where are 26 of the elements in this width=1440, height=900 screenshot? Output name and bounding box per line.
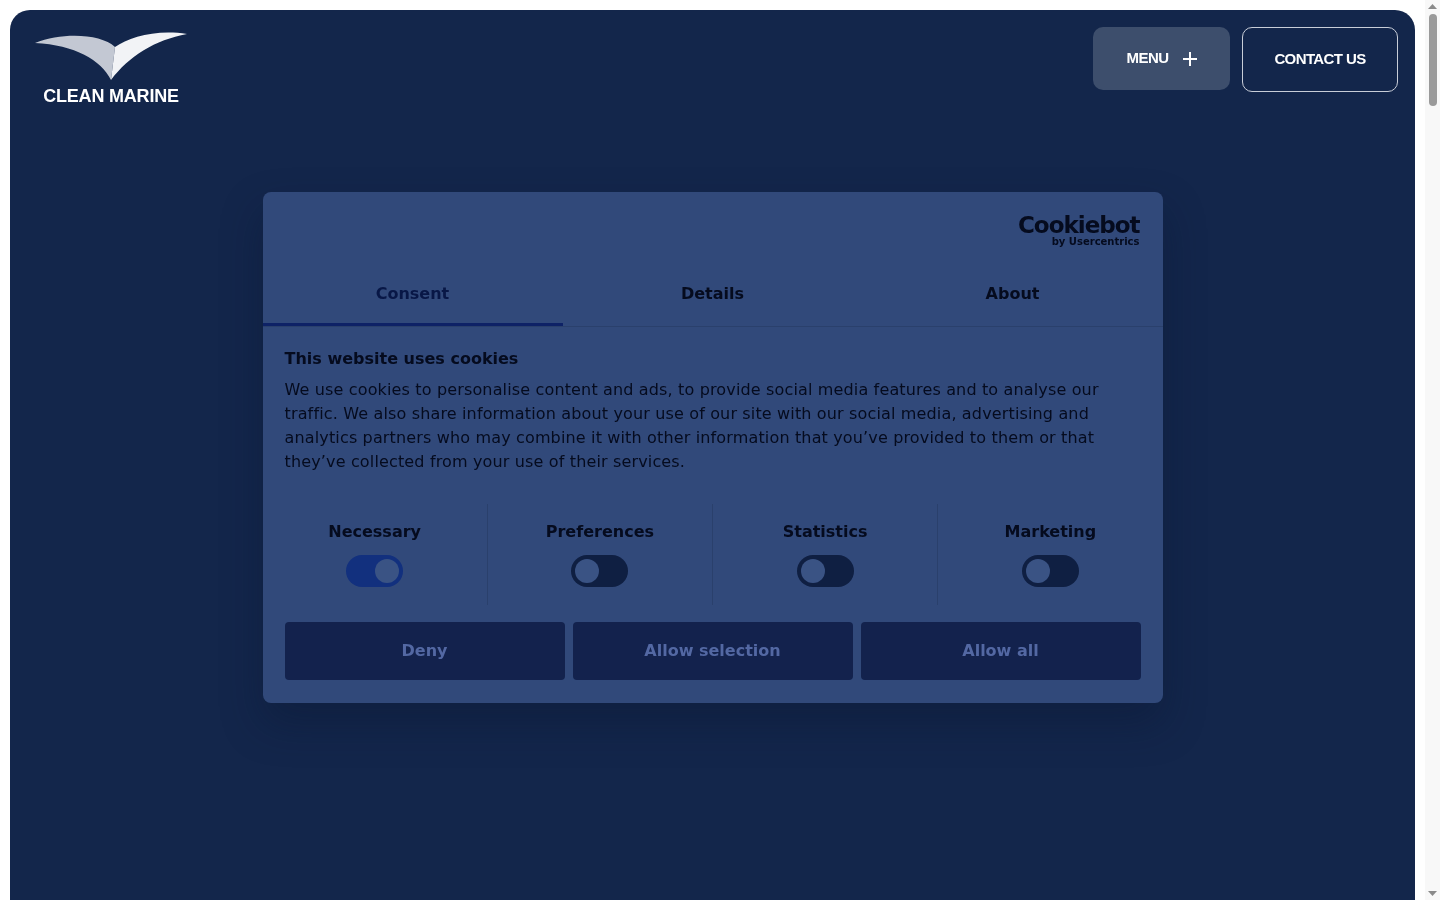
category-label: Preferences — [545, 522, 654, 542]
consent-button[interactable]: Allow selection — [572, 622, 853, 680]
category-label: Marketing — [1004, 522, 1097, 542]
toggle-switch[interactable] — [346, 555, 404, 587]
consent-button[interactable]: Allow all — [860, 622, 1141, 680]
dialog-tab[interactable]: Details — [562, 264, 863, 326]
triangle-up-icon[interactable] — [1428, 4, 1437, 9]
logo-text: CLEAN MARINE — [43, 86, 179, 106]
toggle-switch[interactable] — [571, 555, 629, 587]
brand-name: Cookiebot — [1017, 214, 1140, 236]
toggle-switch[interactable] — [796, 555, 854, 587]
toggle-switch[interactable] — [1021, 555, 1079, 587]
dialog-tab[interactable]: About — [862, 264, 1163, 326]
contact-us-button[interactable]: CONTACT US — [1242, 27, 1398, 92]
brand-byline: by Usercentrics — [1051, 236, 1140, 247]
menu-button[interactable]: MENU — [1093, 27, 1230, 90]
bird-logo-icon — [35, 30, 187, 80]
triangle-down-icon[interactable] — [1428, 891, 1437, 896]
scrollbar[interactable] — [1425, 0, 1440, 900]
category-label: Necessary — [328, 522, 421, 542]
scrollbar-thumb[interactable] — [1428, 14, 1437, 106]
dialog-body-text: We use cookies to personalise content and ads, to provide social media features and to analyse our traffic. We also share information about your use of our site with our social media, advertising and analytics partners who may combine it with other information that you’ve provided to them or that they’ve collected from your use of their services. — [284, 379, 1100, 473]
dialog-title: This website uses cookies — [284, 348, 520, 370]
consent-button[interactable]: Deny — [284, 622, 565, 680]
category-label: Statistics — [782, 522, 868, 542]
plus-icon — [1182, 51, 1197, 66]
